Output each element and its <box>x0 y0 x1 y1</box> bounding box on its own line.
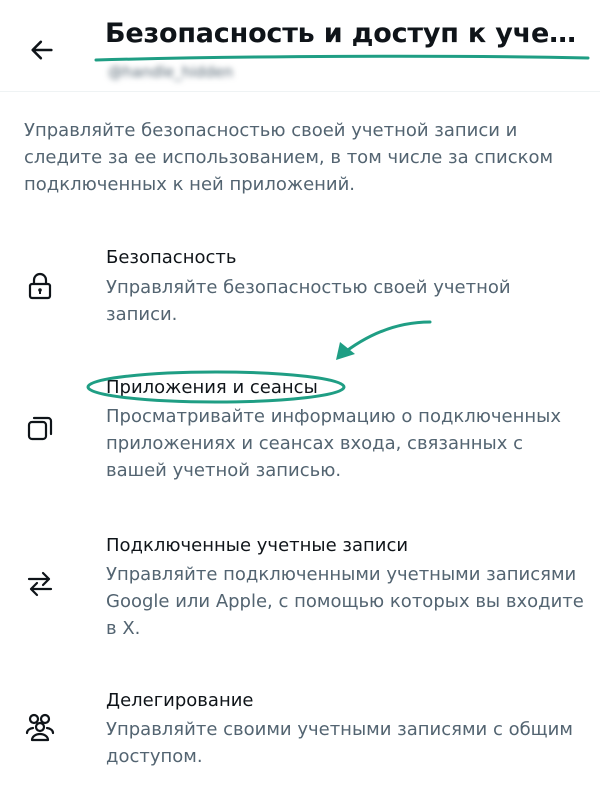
arrow-left-icon <box>31 40 53 60</box>
account-handle: @handle_hidden <box>108 63 234 81</box>
menu-item-label: Приложения и сеансы <box>106 377 318 398</box>
swap-arrows-icon <box>22 566 58 602</box>
intro-text: Управляйте безопасностью своей учетной з… <box>24 120 554 195</box>
people-icon <box>22 709 58 745</box>
menu-item-apps-sessions[interactable]: Приложения и сеансы Просматривайте инфор… <box>0 370 600 490</box>
annotation-arrowhead <box>336 342 355 360</box>
menu-item-label: Делегирование <box>106 690 254 711</box>
page-title: Безопасность и доступ к учетной записи <box>105 18 585 49</box>
back-button[interactable] <box>22 30 62 70</box>
menu-item-description: Управляйте подключенными учетными запися… <box>106 564 584 639</box>
menu-item-label: Подключенные учетные записи <box>106 535 409 556</box>
menu-item-description: Управляйте своими учетными записями с об… <box>106 719 573 767</box>
menu-item-connected-accounts[interactable]: Подключенные учетные записи Управляйте п… <box>0 530 600 650</box>
menu-item-description: Просматривайте информацию о подключенных… <box>106 406 562 481</box>
menu-item-description: Управляйте безопасностью своей учетной з… <box>106 277 511 325</box>
lock-icon <box>22 268 58 304</box>
menu-item-security[interactable]: Безопасность Управляйте безопасностью св… <box>0 240 600 330</box>
header: Безопасность и доступ к учетной записи @… <box>0 0 600 92</box>
menu-item-delegation[interactable]: Делегирование Управляйте своими учетными… <box>0 685 600 775</box>
apps-icon <box>22 410 58 446</box>
menu-item-label: Безопасность <box>106 247 237 268</box>
